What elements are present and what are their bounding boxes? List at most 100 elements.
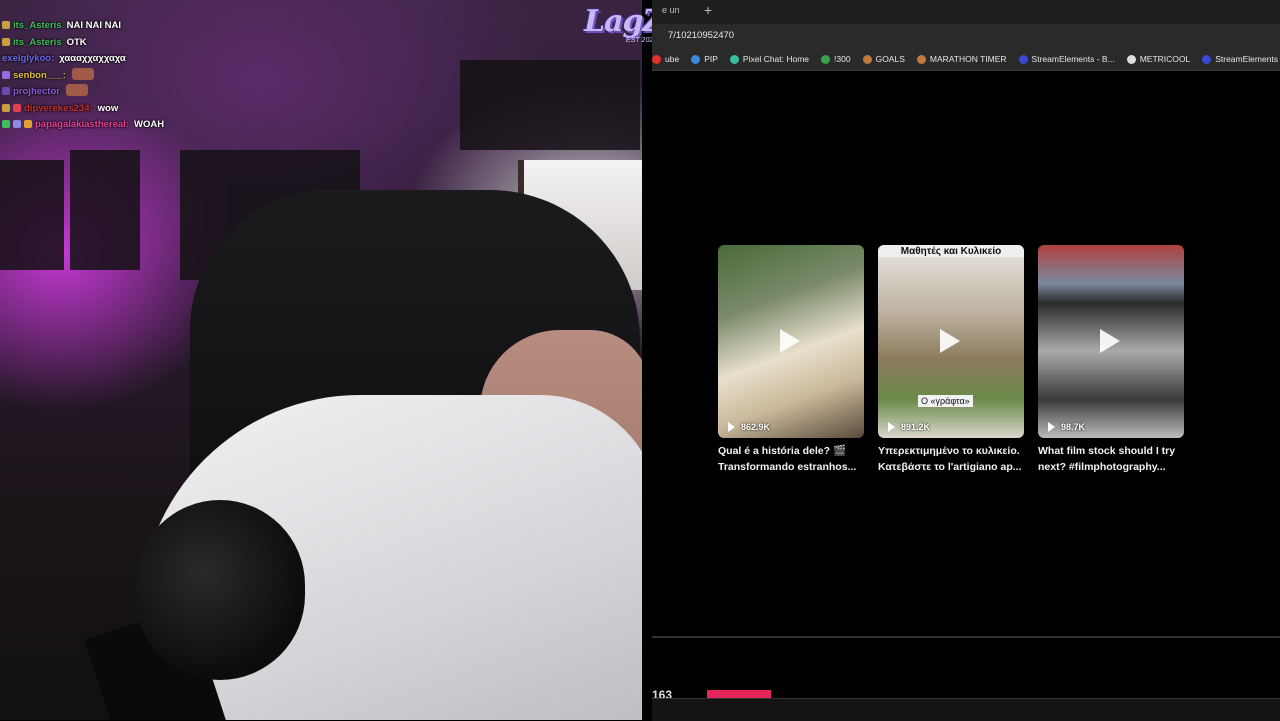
badge-icon (24, 120, 32, 128)
chat-username: its_Asteris (13, 36, 62, 48)
bookmark-icon (691, 54, 701, 64)
video-thumbnail[interactable]: 98.7K (1038, 245, 1184, 438)
taskbar-strip (652, 698, 1280, 721)
bookmark-item[interactable]: PIP (691, 54, 718, 64)
chat-message: projhector (2, 84, 282, 101)
bookmark-icon (1018, 54, 1028, 64)
bookmark-item[interactable]: !300 (821, 54, 851, 64)
acoustic-panel (70, 150, 140, 270)
video-card[interactable]: 862.9K Qual é a história dele? 🎬 Transform… (718, 245, 864, 475)
chat-text: WOAH (134, 119, 165, 130)
chat-username: senbon___: (13, 69, 66, 81)
view-count: 98.7K (1048, 422, 1085, 432)
bookmark-item[interactable]: Pixel Chat: Home (729, 54, 810, 64)
video-card[interactable]: Μαθητές και Κυλικείο Ο «γράφτα» 891.2K Υπερ… (878, 245, 1024, 475)
views-play-icon (728, 422, 735, 432)
bookmark-label: StreamElements - L... (1215, 54, 1280, 64)
play-icon[interactable] (940, 329, 960, 353)
badge-icon (2, 87, 10, 95)
bookmark-label: StreamElements - B... (1031, 54, 1115, 64)
new-tab-button[interactable]: + (704, 2, 712, 18)
play-icon[interactable] (780, 329, 800, 353)
bookmark-item[interactable]: ube (652, 54, 679, 64)
bookmark-icon (1126, 54, 1136, 64)
bookmark-label: Pixel Chat: Home (742, 54, 810, 64)
bookmark-label: MARATHON TIMER (929, 54, 1007, 64)
divider (652, 636, 1280, 638)
video-caption[interactable]: Qual é a história dele? 🎬 Transformando e… (718, 443, 864, 475)
chat-message: its_Asteris NAI NAI NAI (2, 18, 282, 35)
chat-message: exelglykoo: χαααχχαχχαχα (2, 51, 282, 68)
chat-message: its_Asteris OTK (2, 35, 282, 52)
chat-username: exelglykoo: (2, 53, 55, 64)
chat-text: NAI NAI NAI (66, 20, 121, 31)
video-thumbnail[interactable]: 862.9K (718, 245, 864, 438)
chat-text: wow (97, 102, 119, 114)
chat-username: projhector (13, 86, 60, 97)
bookmark-item[interactable]: StreamElements - L... (1202, 54, 1280, 64)
bookmark-item[interactable]: GOALS (862, 54, 905, 64)
caption-line: Κατεβάστε το l'artigiano ap... (878, 461, 1022, 473)
microphone (135, 500, 305, 680)
badge-icon (2, 21, 10, 29)
bookmark-label: GOALS (875, 54, 905, 64)
badge-icon (2, 103, 10, 112)
bookmark-label: METRICOOL (1139, 54, 1191, 64)
bookmark-icon (916, 54, 926, 64)
chat-username: papagalakiasthereal: (35, 119, 129, 130)
tab-title[interactable]: e un (662, 5, 680, 15)
caption-line: What film stock should I try (1038, 445, 1176, 457)
video-card[interactable]: 98.7K What film stock should I try next? #… (1038, 245, 1184, 475)
url-text[interactable]: 7/10210952470 (668, 30, 734, 41)
acoustic-panel (0, 160, 64, 270)
bookmark-item[interactable]: MARATHON TIMER (916, 54, 1007, 64)
thumbnail-overlay-title: Μαθητές και Κυλικείο (878, 245, 1024, 257)
chat-username: its_Asteris (13, 20, 62, 31)
caption-line: next? #filmphotography... (1038, 461, 1166, 473)
badge-icon (2, 37, 10, 46)
bookmark-icon (729, 54, 739, 64)
browser-window: e un 7/10210952470 ube PIP Pixel Chat: Hom… (652, 0, 1280, 721)
chat-text: χαααχχαχχαχα (59, 53, 126, 64)
chat-username: dipverekes234: (24, 102, 93, 114)
caption-line: Υπερεκτιμημένο το κυλικείο. (878, 445, 1020, 457)
video-caption[interactable]: Υπερεκτιμημένο το κυλικείο. Κατεβάστε το … (878, 443, 1024, 475)
video-caption[interactable]: What film stock should I try next? #filmp… (1038, 443, 1184, 475)
emote-icon (71, 67, 94, 80)
bookmark-icon (862, 54, 872, 64)
tab-strip: e un (652, 0, 1280, 24)
caption-line: Transformando estranhos... (718, 461, 857, 473)
bookmark-label: !300 (834, 54, 851, 64)
thumbnail-overlay-caption: Ο «γράφτα» (918, 395, 973, 407)
bookmark-icon (1202, 54, 1212, 64)
views-play-icon (1048, 422, 1055, 432)
play-icon[interactable] (1100, 329, 1120, 353)
bookmark-icon (821, 54, 831, 64)
chat-message: dipverekes234: wow (2, 101, 282, 118)
chat-message: papagalakiasthereal: WOAH (2, 117, 282, 134)
address-bar[interactable]: 7/10210952470 (652, 24, 1280, 48)
badge-icon (2, 120, 10, 128)
badge-icon (13, 120, 21, 128)
badge-icon (2, 70, 10, 79)
view-count: 891.2K (888, 422, 930, 432)
bookmark-item[interactable]: StreamElements - B... (1018, 54, 1115, 64)
views-play-icon (888, 422, 895, 432)
chat-message: senbon___: (2, 67, 282, 85)
view-count-text: 862.9K (741, 422, 771, 432)
badge-icon (13, 103, 21, 112)
emote-icon (65, 84, 88, 96)
acoustic-panel (460, 60, 640, 150)
chat-overlay: its_Asteris NAI NAI NAI its_Asteris OTK exel… (2, 18, 282, 134)
bookmarks-bar: ube PIP Pixel Chat: Home !300 GOALS MARATHON … (652, 48, 1280, 71)
video-thumbnail[interactable]: Μαθητές και Κυλικείο Ο «γράφτα» 891.2K (878, 245, 1024, 438)
view-count: 862.9K (728, 422, 770, 432)
bookmark-label: PIP (704, 54, 718, 64)
bookmark-label: ube (665, 54, 680, 64)
caption-line: Qual é a história dele? 🎬 (718, 445, 847, 457)
view-count-text: 98.7K (1061, 422, 1086, 432)
bookmark-item[interactable]: METRICOOL (1126, 54, 1191, 64)
view-count-text: 891.2K (901, 422, 931, 432)
chat-text: OTK (66, 36, 87, 48)
bookmark-icon (652, 54, 661, 64)
